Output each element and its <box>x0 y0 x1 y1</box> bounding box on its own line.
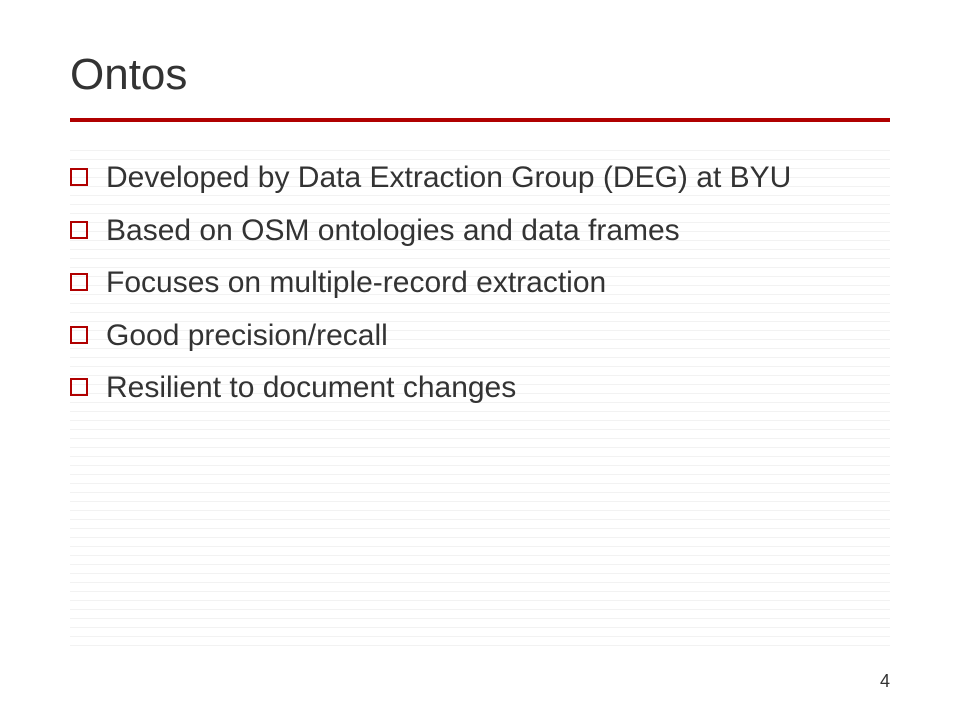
bullet-square-icon <box>70 378 88 396</box>
bullet-text: Based on OSM ontologies and data frames <box>106 211 890 252</box>
bullet-square-icon <box>70 168 88 186</box>
bullet-text: Good precision/recall <box>106 316 890 357</box>
list-item: Good precision/recall <box>70 316 890 357</box>
bullet-list: Developed by Data Extraction Group (DEG)… <box>70 158 890 409</box>
list-item: Focuses on multiple-record extraction <box>70 263 890 304</box>
slide-container: Ontos Developed by Data Extraction Group… <box>0 0 960 720</box>
bullet-text: Focuses on multiple-record extraction <box>106 263 890 304</box>
content-area: Developed by Data Extraction Group (DEG)… <box>70 150 890 409</box>
page-number: 4 <box>880 671 890 692</box>
bullet-square-icon <box>70 273 88 291</box>
content-wrapper: Developed by Data Extraction Group (DEG)… <box>70 150 890 650</box>
bullet-text: Developed by Data Extraction Group (DEG)… <box>106 158 890 199</box>
bullet-square-icon <box>70 326 88 344</box>
title-underline <box>70 118 890 122</box>
bullet-square-icon <box>70 221 88 239</box>
list-item: Resilient to document changes <box>70 368 890 409</box>
bullet-text: Resilient to document changes <box>106 368 890 409</box>
list-item: Developed by Data Extraction Group (DEG)… <box>70 158 890 199</box>
slide-title: Ontos <box>70 50 890 100</box>
list-item: Based on OSM ontologies and data frames <box>70 211 890 252</box>
